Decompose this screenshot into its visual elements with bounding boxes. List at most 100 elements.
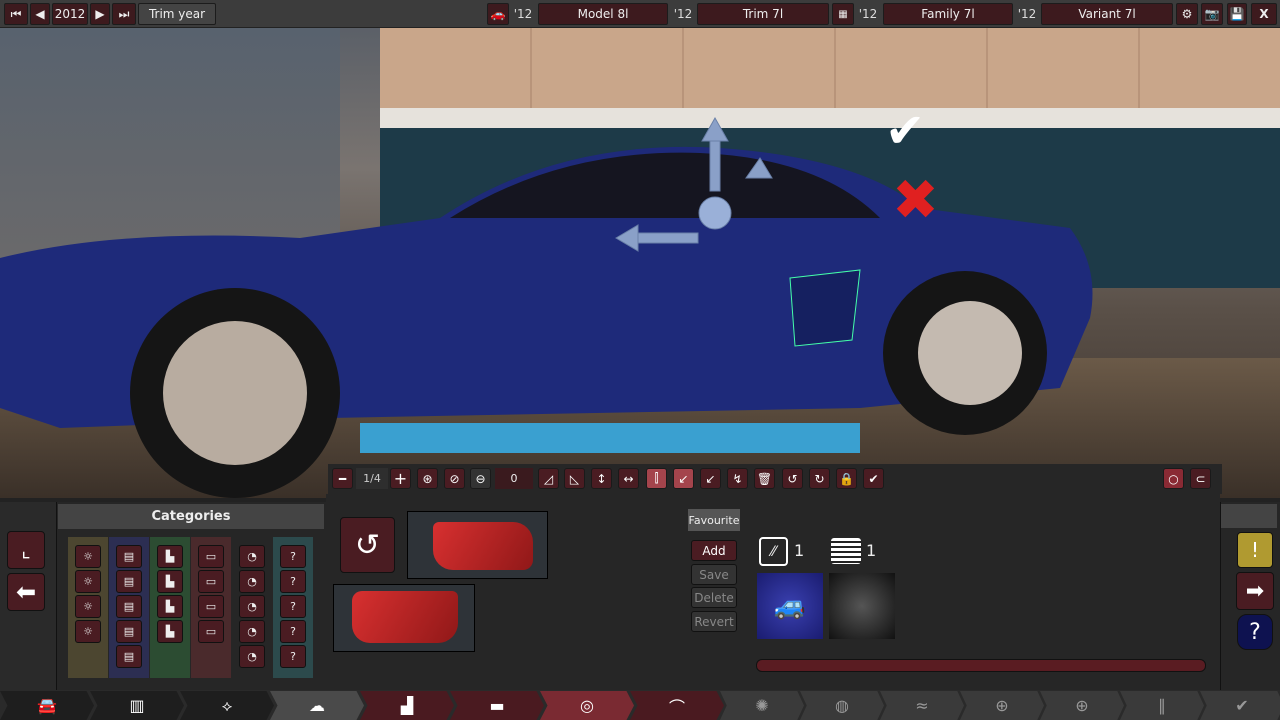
model-select[interactable]: Model 8l <box>538 3 668 25</box>
move-gizmo-icon[interactable] <box>610 113 810 273</box>
paint-swatch-car-icon[interactable]: 🚙 <box>757 573 823 639</box>
minus-icon[interactable]: ━ <box>332 468 353 489</box>
camera-icon[interactable]: 📷 <box>1201 3 1223 25</box>
revert-button[interactable]: Revert <box>691 611 737 632</box>
category-button-icon[interactable]: ▤ <box>116 545 142 568</box>
category-button-icon[interactable]: ◔ <box>239 570 265 593</box>
flip-3-icon[interactable]: ↯ <box>727 468 748 489</box>
delete-icon[interactable]: 🗑 <box>754 468 775 489</box>
nav-suspension-icon[interactable]: ⟡ <box>180 691 274 720</box>
category-button-icon[interactable]: ▭ <box>198 570 224 593</box>
close-button[interactable]: X <box>1251 3 1277 25</box>
graph-icon[interactable]: ⌞ <box>7 531 45 569</box>
warning-icon[interactable]: ! <box>1237 532 1273 568</box>
add-fixture-icon[interactable]: ⊛ <box>417 468 438 489</box>
next-year-button[interactable]: ▶ <box>90 3 110 25</box>
category-button-icon[interactable]: ◔ <box>239 620 265 643</box>
model-car-icon[interactable]: 🚗 <box>487 3 509 25</box>
category-button-icon[interactable]: ▭ <box>198 545 224 568</box>
fixture-thumb-1[interactable] <box>407 511 548 579</box>
category-button-icon[interactable]: ☼ <box>75 545 101 568</box>
add-button[interactable]: Add <box>691 540 737 561</box>
nav-fixtures-icon[interactable]: ▟ <box>360 691 454 720</box>
category-button-icon[interactable]: ▤ <box>116 595 142 618</box>
category-button-icon[interactable]: ? <box>280 620 306 643</box>
category-button-icon[interactable]: ▭ <box>198 595 224 618</box>
list-icon[interactable] <box>831 538 861 564</box>
prev-year-button[interactable]: ◀ <box>30 3 50 25</box>
category-button-icon[interactable]: ▙ <box>157 620 183 643</box>
confirm-icon[interactable]: ✔ <box>863 468 884 489</box>
material-count: 1 <box>794 541 805 560</box>
confirm-check-icon[interactable]: ✔ <box>885 103 925 159</box>
category-button-icon[interactable]: ☼ <box>75 620 101 643</box>
gear-icon[interactable]: ⚙ <box>1176 3 1198 25</box>
nav-chassis-icon[interactable]: ▥ <box>90 691 184 720</box>
value-input[interactable]: 0 <box>495 468 533 489</box>
nav-wheels-icon[interactable]: ✺ <box>720 691 804 720</box>
toggle-icon[interactable]: ⊖ <box>470 468 491 489</box>
material-icon[interactable]: ⁄⁄ <box>759 537 788 566</box>
save-button[interactable]: Save <box>691 564 737 585</box>
mirror-icon[interactable]: ⫿ <box>646 468 667 489</box>
category-button-icon[interactable]: ? <box>280 570 306 593</box>
next-arrow-icon[interactable]: ➡ <box>1236 572 1274 610</box>
fixture-thumb-2[interactable] <box>333 584 475 652</box>
nav-finish-icon[interactable]: ✔ <box>1200 691 1280 720</box>
family-select[interactable]: Family 7l <box>883 3 1013 25</box>
flip-1-icon[interactable]: ↙ <box>673 468 694 489</box>
rotate-ccw-icon[interactable]: ↺ <box>782 468 803 489</box>
nav-tuning-icon[interactable]: ∥ <box>1120 691 1204 720</box>
cancel-x-icon[interactable]: ✖ <box>892 168 939 233</box>
reset-icon[interactable]: ↺ <box>340 517 395 573</box>
category-button-icon[interactable]: ▤ <box>116 645 142 668</box>
nav-drivetrain-icon[interactable]: ⊕ <box>960 691 1044 720</box>
skew-left-icon[interactable]: ◿ <box>538 468 559 489</box>
plus-icon[interactable]: + <box>390 468 411 489</box>
magnet-icon[interactable]: ⊂ <box>1190 468 1211 489</box>
skew-right-icon[interactable]: ◺ <box>564 468 585 489</box>
category-button-icon[interactable]: ▙ <box>157 570 183 593</box>
top-bar: ⏮ ◀ 2012 ▶ ⏭ Trim year 🚗 '12 Model 8l '1… <box>0 0 1280 28</box>
category-button-icon[interactable]: ? <box>280 595 306 618</box>
delete-button[interactable]: Delete <box>691 587 737 608</box>
remove-fixture-icon[interactable]: ⊘ <box>444 468 465 489</box>
nav-aero-icon[interactable]: ≈ <box>880 691 964 720</box>
mesh-material-swatch[interactable] <box>829 573 895 639</box>
circle-icon[interactable]: ○ <box>1163 468 1184 489</box>
back-arrow-icon[interactable]: ⬅ <box>7 573 45 611</box>
nav-car-body-icon[interactable]: 🚘 <box>0 691 94 720</box>
category-button-icon[interactable]: ◔ <box>239 645 265 668</box>
category-button-icon[interactable]: ▭ <box>198 620 224 643</box>
nav-trim-icon[interactable]: ▬ <box>450 691 544 720</box>
category-button-icon[interactable]: ? <box>280 645 306 668</box>
help-icon[interactable]: ? <box>1237 614 1273 650</box>
save-icon[interactable]: 💾 <box>1227 3 1247 25</box>
category-button-icon[interactable]: ◔ <box>239 545 265 568</box>
move-horizontal-icon[interactable]: ↔ <box>618 468 639 489</box>
last-year-button[interactable]: ⏭ <box>112 3 136 25</box>
nav-interior-icon[interactable]: ⌒ <box>630 691 724 720</box>
first-year-button[interactable]: ⏮ <box>4 3 28 25</box>
category-button-icon[interactable]: ▙ <box>157 595 183 618</box>
category-button-icon[interactable]: ☼ <box>75 595 101 618</box>
nav-body-design-icon[interactable]: ☁ <box>270 691 364 720</box>
car-3d-viewport[interactable]: ✔ ✖ <box>0 28 1280 498</box>
category-button-icon[interactable]: ▙ <box>157 545 183 568</box>
category-button-icon[interactable]: ▤ <box>116 570 142 593</box>
variant-select[interactable]: Variant 7l <box>1041 3 1173 25</box>
category-button-icon[interactable]: ? <box>280 545 306 568</box>
flip-2-icon[interactable]: ↙ <box>700 468 721 489</box>
category-button-icon[interactable]: ▤ <box>116 620 142 643</box>
nav-steering-icon[interactable]: ⊕ <box>1040 691 1124 720</box>
nav-lights-icon[interactable]: ◎ <box>540 691 634 720</box>
category-button-icon[interactable]: ◔ <box>239 595 265 618</box>
trim-select[interactable]: Trim 7l <box>697 3 829 25</box>
move-vertical-icon[interactable]: ↕ <box>591 468 612 489</box>
nav-brakes-icon[interactable]: ◍ <box>800 691 884 720</box>
variant-year: '12 <box>1017 7 1037 21</box>
engine-icon[interactable]: ▦ <box>832 3 854 25</box>
category-button-icon[interactable]: ☼ <box>75 570 101 593</box>
rotate-cw-icon[interactable]: ↻ <box>809 468 830 489</box>
lock-icon[interactable]: 🔒 <box>836 468 857 489</box>
